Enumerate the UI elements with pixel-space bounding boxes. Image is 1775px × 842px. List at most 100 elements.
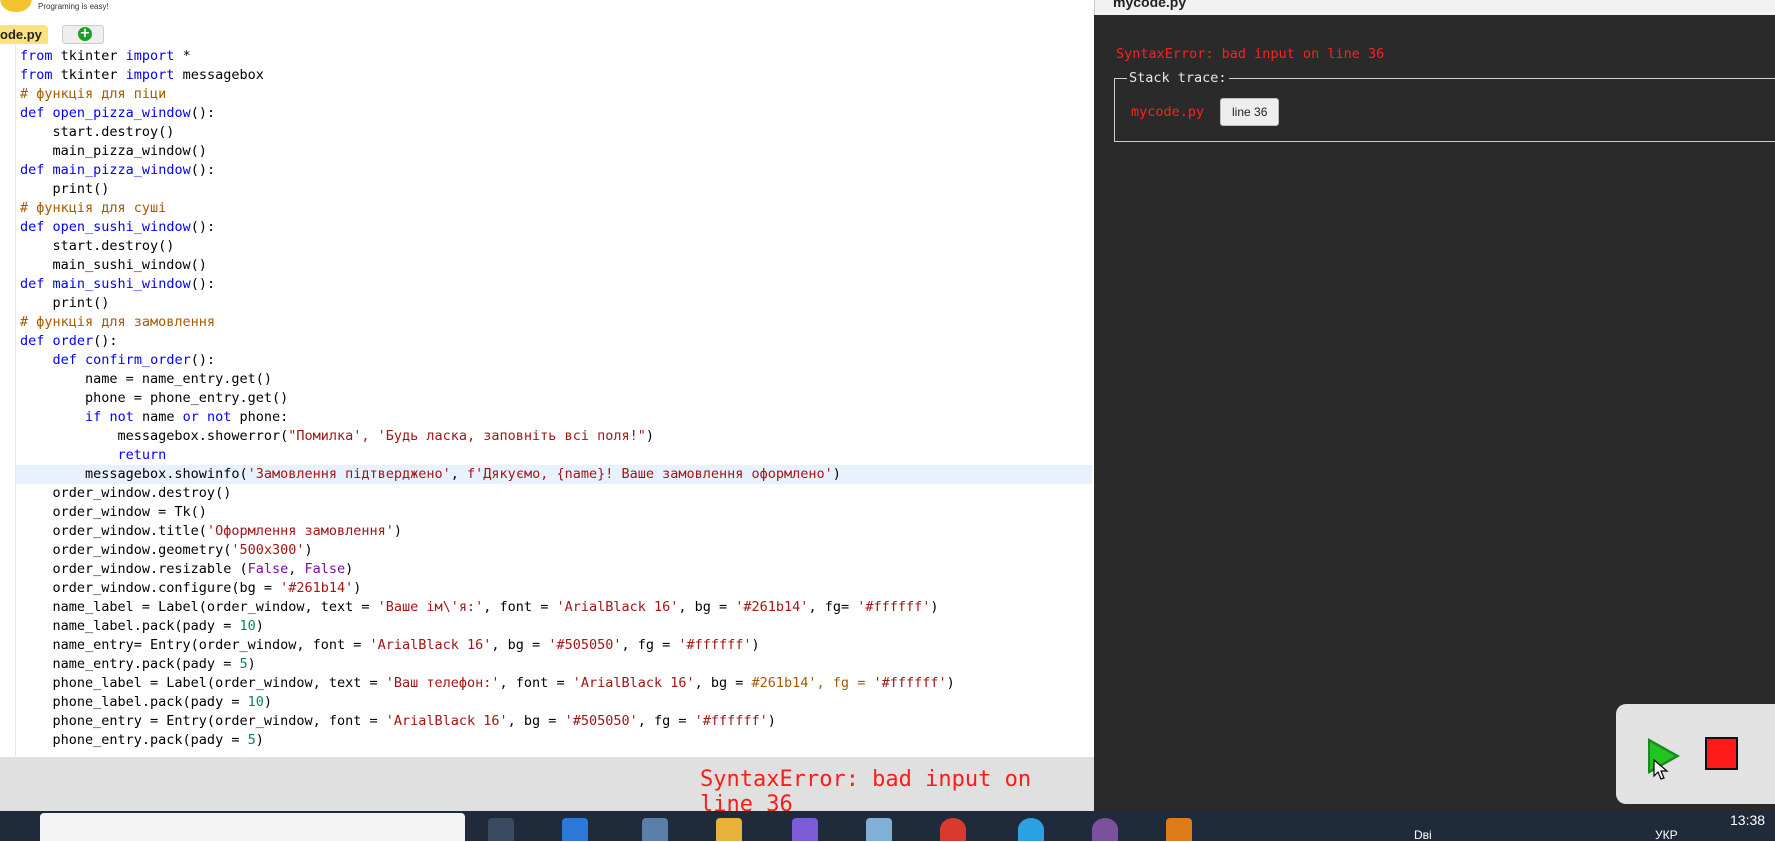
file-explorer-icon[interactable] — [716, 818, 742, 841]
code-token: 'Ваше ім\'я:' — [377, 599, 484, 615]
code-line[interactable]: def order(): — [16, 332, 1092, 351]
code-token: def — [20, 333, 45, 349]
code-token: '#ffffff' — [678, 637, 752, 653]
logo-mark — [0, 0, 32, 12]
code-line[interactable]: def main_sushi_window(): — [16, 275, 1092, 294]
code-line[interactable]: name = name_entry.get() — [16, 370, 1092, 389]
code-line[interactable]: phone_label.pack(pady = 10) — [16, 693, 1092, 712]
clock[interactable]: 13:38 — [1730, 812, 1765, 828]
code-line[interactable]: messagebox.showinfo('Замовлення підтверд… — [16, 465, 1092, 484]
code-line[interactable]: def open_sushi_window(): — [16, 218, 1092, 237]
stack-trace-label: Stack trace: — [1127, 70, 1229, 86]
output-header: mycode.py — [1094, 0, 1775, 15]
add-tab-button[interactable]: + — [62, 25, 104, 44]
code-line[interactable]: order_window = Tk() — [16, 503, 1092, 522]
code-token: ) — [930, 599, 939, 615]
code-token: order_window = Tk() — [20, 504, 207, 520]
code-token: name_entry= Entry(order_window, font = — [20, 637, 370, 653]
code-editor[interactable]: Programing is easy! ode.py + from tkinte… — [0, 0, 1094, 757]
code-token: def — [20, 105, 45, 121]
code-line[interactable]: phone = phone_entry.get() — [16, 389, 1092, 408]
code-token: not — [109, 409, 134, 425]
calculator-icon[interactable] — [642, 818, 668, 841]
code-token: 'ArialBlack 16' — [369, 637, 492, 653]
code-line[interactable]: from tkinter import * — [16, 47, 1092, 66]
code-line[interactable]: start.destroy() — [16, 123, 1092, 142]
stop-icon[interactable] — [1705, 737, 1738, 770]
trace-line-button[interactable]: line 36 — [1220, 98, 1280, 126]
telegram-icon[interactable] — [1018, 818, 1044, 841]
code-token: , fg = — [637, 713, 695, 729]
code-line[interactable]: order_window.title('Оформлення замовленн… — [16, 522, 1092, 541]
code-line[interactable]: order_window.geometry('500x300') — [16, 541, 1092, 560]
code-token: if — [85, 409, 102, 425]
error-message: SyntaxError: bad input on line 36 — [1116, 46, 1385, 62]
code-token: phone_label = Label(order_window, text = — [20, 675, 386, 691]
code-line[interactable]: main_sushi_window() — [16, 256, 1092, 275]
code-token: ) — [832, 466, 841, 482]
code-line[interactable]: from tkinter import messagebox — [16, 66, 1092, 85]
code-token: , fg= — [808, 599, 858, 615]
code-token: ) — [304, 542, 313, 558]
code-token: # функція для замовлення — [20, 314, 216, 330]
code-token: (): — [190, 219, 216, 235]
code-line[interactable]: phone_entry.pack(pady = 5) — [16, 731, 1092, 750]
code-line[interactable]: start.destroy() — [16, 237, 1092, 256]
logo-tagline: Programing is easy! — [38, 2, 109, 11]
code-line[interactable]: if not name or not phone: — [16, 408, 1092, 427]
code-line[interactable]: phone_entry = Entry(order_window, font =… — [16, 712, 1092, 731]
code-token: ) — [255, 732, 264, 748]
code-line[interactable]: return — [16, 446, 1092, 465]
code-line[interactable]: order_window.configure(bg = '#261b14') — [16, 579, 1092, 598]
code-token: ) — [946, 675, 955, 691]
code-line[interactable]: name_label = Label(order_window, text = … — [16, 598, 1092, 617]
code-line[interactable]: name_label.pack(pady = 10) — [16, 617, 1092, 636]
code-token: name_label.pack(pady = — [20, 618, 240, 634]
code-line[interactable]: print() — [16, 294, 1092, 313]
code-token: '#261b14' — [280, 580, 354, 596]
weather-widget[interactable]: Dві — [1414, 828, 1432, 842]
code-token: f'Дякуємо, {name}! Ваше замовлення оформ… — [467, 466, 833, 482]
language-indicator[interactable]: УКР — [1655, 828, 1678, 842]
code-token: or — [182, 409, 199, 425]
code-token: tkinter — [52, 67, 126, 83]
store-icon[interactable] — [562, 818, 588, 841]
code-token: phone = phone_entry.get() — [20, 390, 289, 406]
code-area[interactable]: from tkinter import * from tkinter import… — [16, 47, 1092, 750]
code-token: name_label = Label(order_window, text = — [20, 599, 378, 615]
run-controls — [1616, 704, 1775, 804]
tab-mycode[interactable]: ode.py — [0, 25, 48, 44]
code-line[interactable]: phone_label = Label(order_window, text =… — [16, 674, 1092, 693]
code-line[interactable]: # функція для суші — [16, 199, 1092, 218]
code-line[interactable]: # функція для замовлення — [16, 313, 1092, 332]
code-line[interactable]: def confirm_order(): — [16, 351, 1092, 370]
code-token: (): — [190, 276, 216, 292]
code-line[interactable]: order_window.destroy() — [16, 484, 1092, 503]
code-token: from — [20, 67, 53, 83]
code-line[interactable]: name_entry= Entry(order_window, font = '… — [16, 636, 1092, 655]
viber-icon[interactable] — [1092, 818, 1118, 841]
code-token: 'Ваш телефон:' — [385, 675, 500, 691]
task-view-icon[interactable] — [488, 818, 514, 841]
code-line[interactable]: order_window.resizable (False, False) — [16, 560, 1092, 579]
app-icon[interactable] — [1166, 818, 1192, 841]
code-token: False — [304, 561, 346, 577]
code-line[interactable]: messagebox.showerror("Помилка', 'Будь ла… — [16, 427, 1092, 446]
code-token: * — [174, 48, 191, 64]
code-token: tkinter — [52, 48, 126, 64]
code-token: print() — [20, 295, 110, 311]
code-token: (): — [93, 333, 118, 349]
code-token: ) — [767, 713, 776, 729]
code-line[interactable]: name_entry.pack(pady = 5) — [16, 655, 1092, 674]
taskbar-search-box[interactable] — [40, 813, 465, 841]
notepad-icon[interactable] — [866, 818, 892, 841]
code-line[interactable]: # функція для піци — [16, 85, 1092, 104]
chrome-icon[interactable] — [940, 818, 966, 841]
code-line[interactable]: main_pizza_window() — [16, 142, 1092, 161]
copilot-icon[interactable] — [792, 818, 818, 841]
code-line[interactable]: print() — [16, 180, 1092, 199]
code-line[interactable]: def main_pizza_window(): — [16, 161, 1092, 180]
code-line[interactable]: def open_pizza_window(): — [16, 104, 1092, 123]
